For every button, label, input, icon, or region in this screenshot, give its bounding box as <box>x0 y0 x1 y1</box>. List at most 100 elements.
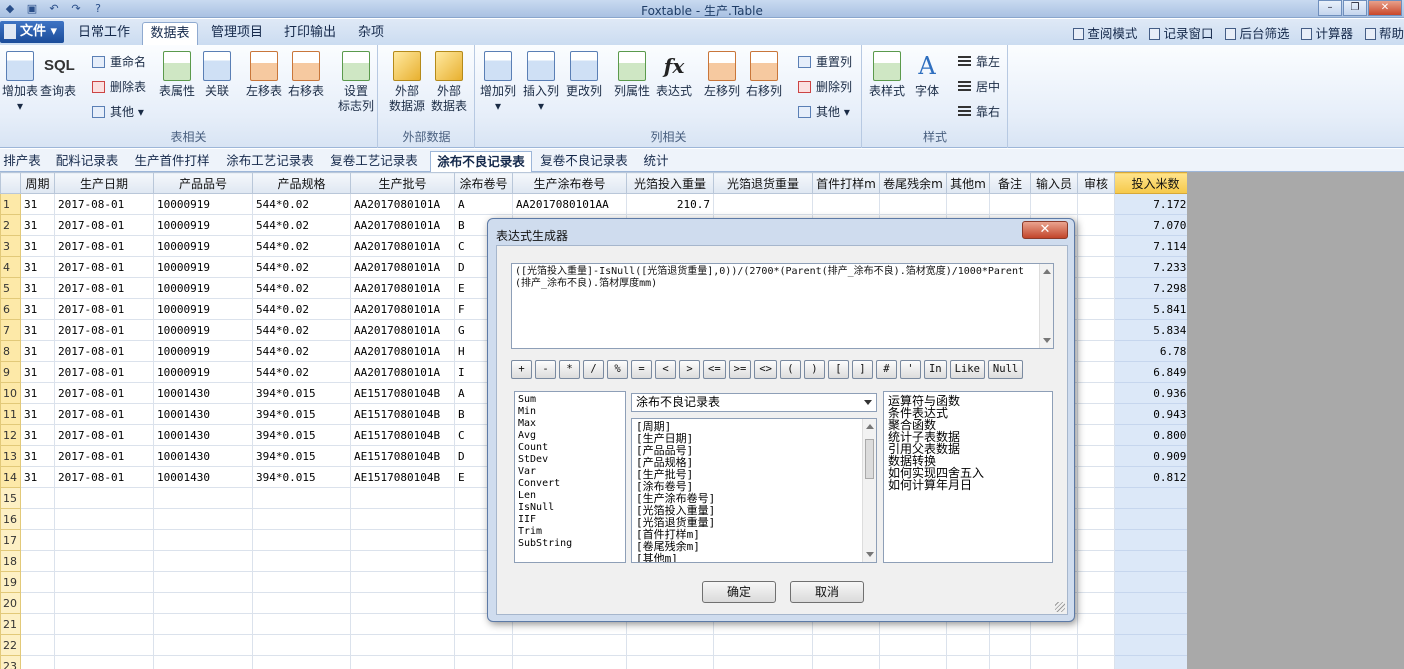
table-cell[interactable]: 544*0.02 <box>252 235 351 257</box>
function-item[interactable]: Sum <box>518 394 622 406</box>
expression-textarea[interactable]: ([光箔投入重量]-IsNull([光箔退货重量],0))/(2700*(Par… <box>511 263 1054 349</box>
function-item[interactable]: IIF <box>518 514 622 526</box>
table-cell[interactable] <box>153 592 253 614</box>
row-header[interactable]: 8 <box>0 340 21 362</box>
insert-column-button[interactable]: 插入列 ▾ <box>521 51 561 114</box>
table-cell[interactable] <box>713 193 813 215</box>
table-cell[interactable]: 2017-08-01 <box>54 256 154 278</box>
table-cell[interactable] <box>989 193 1031 215</box>
table-cell[interactable] <box>350 571 455 593</box>
table-cell[interactable]: 7.2338 <box>1114 256 1197 278</box>
delete-column-button[interactable]: 删除列 <box>798 78 852 96</box>
column-header[interactable]: 光箔投入重量 <box>626 172 714 194</box>
function-item[interactable]: SubString <box>518 538 622 550</box>
operator-button[interactable]: < <box>655 360 676 379</box>
table-cell[interactable] <box>252 487 351 509</box>
table-cell[interactable] <box>20 550 55 572</box>
column-header[interactable]: 周期 <box>20 172 55 194</box>
sheet-tab-batching[interactable]: 配料记录表 <box>52 151 122 172</box>
table-style-button[interactable]: 表样式 <box>867 51 907 99</box>
table-cell[interactable] <box>1077 592 1115 614</box>
table-cell[interactable]: 2017-08-01 <box>54 424 154 446</box>
table-cell[interactable] <box>20 613 55 635</box>
table-cell[interactable]: A <box>454 193 513 215</box>
table-cell[interactable]: 31 <box>20 361 55 383</box>
table-cell[interactable] <box>20 592 55 614</box>
table-cell[interactable]: 544*0.02 <box>252 277 351 299</box>
table-cell[interactable] <box>1077 382 1115 404</box>
table-cell[interactable]: 10000919 <box>153 319 253 341</box>
table-cell[interactable]: 5.8347 <box>1114 319 1197 341</box>
add-column-button[interactable]: 增加列 ▾ <box>478 51 518 114</box>
table-cell[interactable] <box>1030 634 1078 656</box>
table-cell[interactable] <box>20 529 55 551</box>
operator-button[interactable]: Like <box>949 360 985 379</box>
table-cell[interactable] <box>20 571 55 593</box>
tab-data-table[interactable]: 数据表 <box>142 22 198 45</box>
operator-button[interactable]: ( <box>779 360 801 379</box>
table-cell[interactable] <box>1077 235 1115 257</box>
function-item[interactable]: Convert <box>518 478 622 490</box>
row-header[interactable]: 21 <box>0 613 21 635</box>
change-column-button[interactable]: 更改列 <box>564 51 604 99</box>
row-header[interactable]: 3 <box>0 235 21 257</box>
table-cell[interactable] <box>1077 340 1115 362</box>
table-cell[interactable]: 2017-08-01 <box>54 277 154 299</box>
table-cell[interactable] <box>350 613 455 635</box>
table-cell[interactable]: AA2017080101A <box>350 235 455 257</box>
table-cell[interactable] <box>812 655 880 669</box>
table-cell[interactable]: 31 <box>20 235 55 257</box>
restore-button[interactable]: ❐ <box>1343 0 1367 16</box>
table-cell[interactable] <box>252 613 351 635</box>
operator-button[interactable]: / <box>583 360 604 379</box>
table-cell[interactable]: AE1517080104B <box>350 466 455 488</box>
row-header[interactable]: 9 <box>0 361 21 383</box>
row-header[interactable]: 18 <box>0 550 21 572</box>
rename-button[interactable]: 重命名 <box>92 53 146 71</box>
table-cell[interactable]: AE1517080104B <box>350 445 455 467</box>
table-cell[interactable]: AA2017080101A <box>350 256 455 278</box>
scroll-down-arrow-icon[interactable] <box>1043 338 1051 343</box>
field-list-scrollbar[interactable] <box>862 419 876 562</box>
reset-column-button[interactable]: 重置列 <box>798 53 852 71</box>
table-cell[interactable]: 394*0.015 <box>252 403 351 425</box>
file-menu-button[interactable]: 文件 ▾ <box>0 21 64 43</box>
table-cell[interactable]: 394*0.015 <box>252 382 351 404</box>
table-cell[interactable] <box>350 529 455 551</box>
table-cell[interactable] <box>350 655 455 669</box>
table-cell[interactable]: 31 <box>20 340 55 362</box>
help-topic-list[interactable]: 运算符与函数 条件表达式 聚合函数 统计子表数据 引用父表数据 数据转换 如何实现四舍五入如… <box>883 391 1053 563</box>
corner-cell[interactable] <box>0 172 21 194</box>
table-cell[interactable]: 2017-08-01 <box>54 466 154 488</box>
table-cell[interactable]: AA2017080101AA <box>512 193 627 215</box>
table-cell[interactable]: 10001430 <box>153 403 253 425</box>
row-header[interactable]: 13 <box>0 445 21 467</box>
table-cell[interactable] <box>1077 487 1115 509</box>
row-header[interactable]: 7 <box>0 319 21 341</box>
table-cell[interactable] <box>1077 298 1115 320</box>
table-cell[interactable] <box>153 571 253 593</box>
table-cell[interactable]: 0.9099 <box>1114 445 1197 467</box>
column-header[interactable]: 生产批号 <box>350 172 455 194</box>
function-item[interactable]: StDev <box>518 454 622 466</box>
table-cell[interactable] <box>350 634 455 656</box>
sheet-tab-statistics[interactable]: 统计 <box>638 151 674 172</box>
table-cell[interactable]: 31 <box>20 466 55 488</box>
table-cell[interactable]: 2017-08-01 <box>54 403 154 425</box>
sheet-tab-coating-process[interactable]: 涂布工艺记录表 <box>222 151 318 172</box>
table-cell[interactable] <box>54 592 154 614</box>
table-cell[interactable]: 544*0.02 <box>252 340 351 362</box>
table-cell[interactable]: 5.8415 <box>1114 298 1197 320</box>
font-button[interactable]: A 字体 <box>907 51 947 99</box>
column-header[interactable]: 审核 <box>1077 172 1115 194</box>
help-topic-item[interactable]: 如何计算年月日 <box>888 479 1048 491</box>
table-cell[interactable]: 544*0.02 <box>252 214 351 236</box>
table-cell[interactable] <box>1077 466 1115 488</box>
function-item[interactable]: Max <box>518 418 622 430</box>
table-cell[interactable] <box>20 655 55 669</box>
table-cell[interactable] <box>713 634 813 656</box>
resize-grip-icon[interactable] <box>1055 602 1065 612</box>
table-cell[interactable]: 7.1147 <box>1114 235 1197 257</box>
table-cell[interactable] <box>350 592 455 614</box>
row-header[interactable]: 1 <box>0 193 21 215</box>
